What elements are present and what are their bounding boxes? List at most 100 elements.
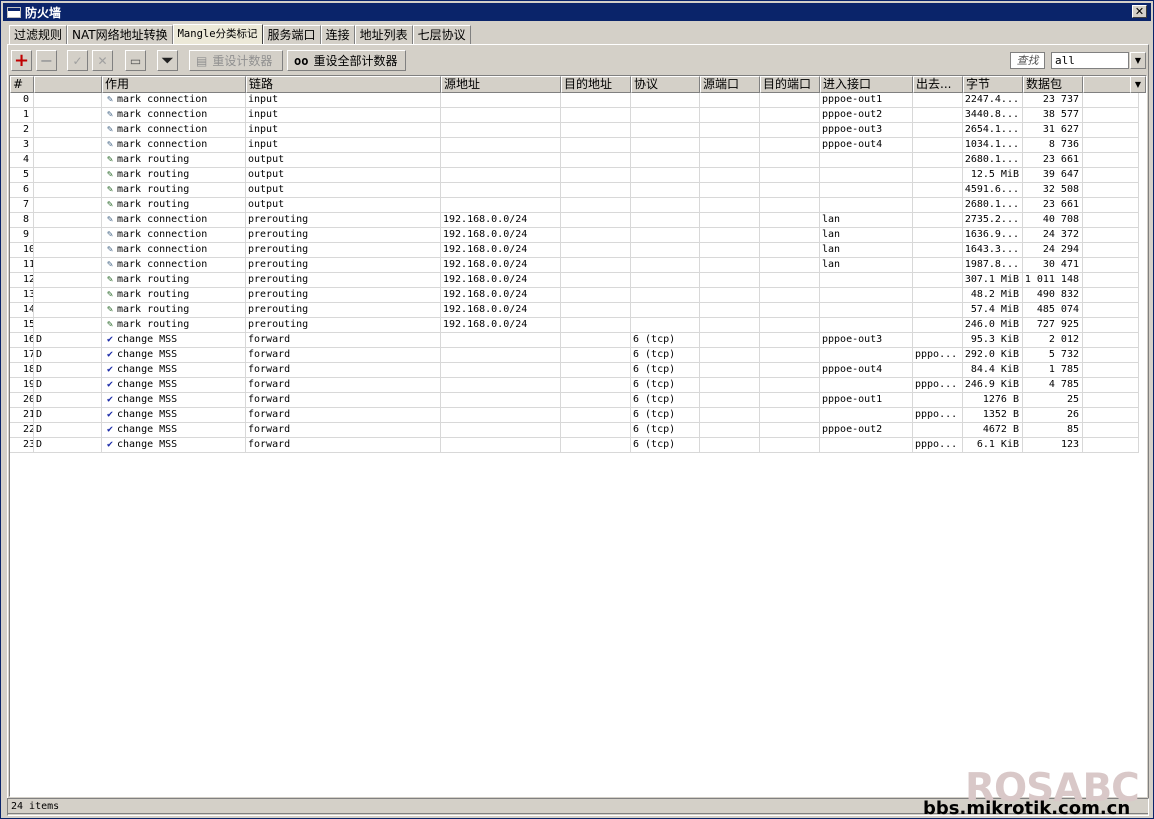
tab-bar: 过滤规则 NAT网络地址转换 Mangle分类标记 服务端口 连接 地址列表 七… [9,24,471,45]
disable-icon[interactable]: ✕ [92,50,113,71]
col-src-port[interactable]: 源端口 [700,76,760,93]
col-protocol[interactable]: 协议 [631,76,700,93]
row-index: 15 [10,318,34,333]
table-row[interactable]: 4 ✎ mark routing output 2680.1... 23 661 [10,153,1139,168]
reset-all-counters-button[interactable]: oo 重设全部计数器 [287,50,406,71]
row-dst-port [760,438,820,453]
table-row[interactable]: 16 D ✔ change MSS forward 6 (tcp) pppoe-out3 95… [10,333,1139,348]
col-src-address[interactable]: 源地址 [441,76,561,93]
table-row[interactable]: 17 D ✔ change MSS forward 6 (tcp) pppo... 292.0… [10,348,1139,363]
row-action-label: mark connection [117,109,208,120]
table-row[interactable]: 0 ✎ mark connection input pppoe-out1 2247.4..… [10,93,1139,108]
table-row[interactable]: 9 ✎ mark connection prerouting 192.168.0.0/2… [10,228,1139,243]
row-action: ✎ mark routing [102,273,246,288]
table-row[interactable]: 7 ✎ mark routing output 2680.1... 23 661 [10,198,1139,213]
table-row[interactable]: 13 ✎ mark routing prerouting 192.168.0.0/24 4… [10,288,1139,303]
table-row[interactable]: 10 ✎ mark connection prerouting 192.168.0.0/… [10,243,1139,258]
reset-counters-button[interactable]: ▤ 重设计数器 [189,50,283,71]
row-flag: D [34,408,102,423]
table-row[interactable]: 19 D ✔ change MSS forward 6 (tcp) pppo... 246.9… [10,378,1139,393]
row-dst-address [561,108,631,123]
row-action-label: change MSS [117,424,178,435]
row-action: ✎ mark routing [102,168,246,183]
table-row[interactable]: 12 ✎ mark routing prerouting 192.168.0.0/24 3… [10,273,1139,288]
row-packets: 5 732 [1023,348,1083,363]
tab-filter-rules[interactable]: 过滤规则 [9,25,68,45]
row-flag: D [34,378,102,393]
col-dst-address[interactable]: 目的地址 [561,76,631,93]
col-in-interface[interactable]: 进入接口 [820,76,913,93]
row-src-address [441,333,561,348]
filter-select[interactable]: all [1051,52,1129,69]
table-row[interactable]: 23 D ✔ change MSS forward 6 (tcp) pppo... 6.1 K… [10,438,1139,453]
row-bytes: 4672 B [963,423,1023,438]
row-action-label: mark connection [117,94,208,105]
col-index[interactable]: # [10,76,34,93]
remove-icon[interactable]: − [36,50,57,71]
row-packets: 25 [1023,393,1083,408]
find-button[interactable]: 查找 [1010,52,1045,69]
table-row[interactable]: 8 ✎ mark connection prerouting 192.168.0.0/2… [10,213,1139,228]
col-action[interactable]: 作用 [102,76,246,93]
table-row[interactable]: 15 ✎ mark routing prerouting 192.168.0.0/24 2… [10,318,1139,333]
table-row[interactable]: 6 ✎ mark routing output 4591.6... 32 508 [10,183,1139,198]
row-dst-port [760,93,820,108]
tab-layer7-protocols[interactable]: 七层协议 [412,25,471,45]
row-filler [1083,258,1139,273]
row-src-port [700,348,760,363]
table-row[interactable]: 1 ✎ mark connection input pppoe-out2 3440.8..… [10,108,1139,123]
row-in-interface [820,378,913,393]
filter-icon[interactable]: ⏷ [157,50,178,71]
row-packets: 32 508 [1023,183,1083,198]
row-dst-address [561,93,631,108]
row-in-interface [820,153,913,168]
table-row[interactable]: 3 ✎ mark connection input pppoe-out4 1034.1..… [10,138,1139,153]
row-index: 17 [10,348,34,363]
row-bytes: 57.4 MiB [963,303,1023,318]
row-packets: 23 661 [1023,198,1083,213]
row-action: ✔ change MSS [102,378,246,393]
table-row[interactable]: 22 D ✔ change MSS forward 6 (tcp) pppoe-out2 46… [10,423,1139,438]
reset-all-counters-label: 重设全部计数器 [313,54,398,68]
row-in-interface [820,198,913,213]
table-row[interactable]: 20 D ✔ change MSS forward 6 (tcp) pppoe-out1 12… [10,393,1139,408]
row-action-label: mark routing [117,274,190,285]
row-filler [1083,363,1139,378]
col-chain[interactable]: 链路 [246,76,441,93]
add-icon[interactable]: + [11,50,32,71]
col-dst-port[interactable]: 目的端口 [760,76,820,93]
table-row[interactable]: 18 D ✔ change MSS forward 6 (tcp) pppoe-out4 84… [10,363,1139,378]
column-menu-icon[interactable]: ▼ [1130,76,1146,93]
row-src-port [700,228,760,243]
tab-connections[interactable]: 连接 [320,25,355,45]
firewall-window: 防火墙 ✕ 过滤规则 NAT网络地址转换 Mangle分类标记 服务端口 连接 … [0,0,1154,819]
row-action: ✔ change MSS [102,333,246,348]
row-dst-address [561,243,631,258]
table-row[interactable]: 11 ✎ mark connection prerouting 192.168.0.0/… [10,258,1139,273]
col-out-interface[interactable]: 出去... [913,76,963,93]
row-index: 23 [10,438,34,453]
table-row[interactable]: 5 ✎ mark routing output 12.5 MiB 39 647 [10,168,1139,183]
tab-mangle[interactable]: Mangle分类标记 [172,24,263,45]
close-icon[interactable]: ✕ [1132,5,1147,18]
row-dst-address [561,378,631,393]
tab-nat[interactable]: NAT网络地址转换 [67,25,173,45]
table-row[interactable]: 14 ✎ mark routing prerouting 192.168.0.0/24 5… [10,303,1139,318]
title-bar[interactable]: 防火墙 ✕ [3,3,1151,21]
comment-icon[interactable]: ▭ [125,50,146,71]
enable-icon[interactable]: ✓ [67,50,88,71]
row-packets: 727 925 [1023,318,1083,333]
row-action-label: change MSS [117,409,178,420]
col-packets[interactable]: 数据包 [1023,76,1083,93]
table-row[interactable]: 2 ✎ mark connection input pppoe-out3 2654.1..… [10,123,1139,138]
table-row[interactable]: 21 D ✔ change MSS forward 6 (tcp) pppo... 1352 … [10,408,1139,423]
chevron-down-icon[interactable]: ▼ [1130,52,1146,69]
tab-service-ports[interactable]: 服务端口 [262,25,321,45]
row-action: ✎ mark connection [102,243,246,258]
col-flags[interactable] [34,76,102,93]
row-packets: 85 [1023,423,1083,438]
tab-address-lists[interactable]: 地址列表 [354,25,413,45]
row-action-label: mark routing [117,169,190,180]
row-flag [34,123,102,138]
col-bytes[interactable]: 字节 [963,76,1023,93]
